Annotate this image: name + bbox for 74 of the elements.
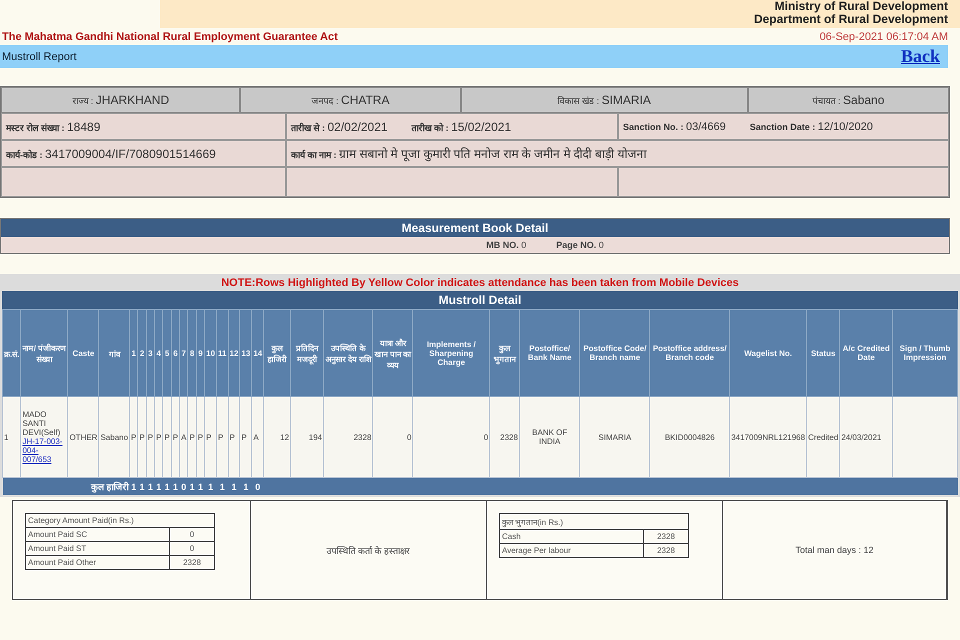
location-cell: पंचायत : Sabano [748,87,949,113]
total-value: 1 [171,478,180,495]
column-header: 12 [228,310,240,396]
column-header: यात्रा और खान पान का व्यय [372,310,413,396]
column-header: Sign / Thumb Impression [892,310,958,396]
table-cell: 194 [290,396,324,478]
table-cell: 0 [412,396,490,478]
measurement-row-text: MB NO. 0 Page NO. 0 [485,239,605,252]
table-cell: 2328 [324,396,373,478]
column-header: नाम/ पंजीकरण संख्या [20,310,68,396]
table-cell: 3417009NRL121968 [730,396,807,478]
act-title: The Mahatma Gandhi National Rural Employment Guarantee Act [2,31,338,43]
attendance-cell: A [252,396,264,478]
total-value: 1 [228,478,240,495]
table-cell: SIMARIA [580,396,650,478]
section-title: Mustroll Detail [2,291,958,309]
attendance-cell: P [204,396,217,478]
back-link[interactable]: Back [900,46,940,67]
table-cell: Credited [806,396,840,478]
column-header: Caste [68,310,99,396]
department-title: Department of Rural Development [752,13,948,26]
column-header: 13 [240,310,252,396]
location-cell: राज्य : JHARKHAND [1,87,240,113]
column-header: क्र.सं. [2,310,21,396]
attendance-cell: P [228,396,240,478]
column-header: Postoffice/ Bank Name [519,310,580,396]
column-header: Status [806,310,840,396]
registration-link[interactable]: JH-17-003-004-007/653 [22,437,66,464]
table-cell: Sabano [98,396,130,478]
sanction-number: Sanction No. : 03/4669 [623,120,726,132]
work-name: कार्य का नाम : ग्राम सबानो मे पूजा कुमारी पति मनोज राम के जमीन मे दीदी बाड़ी योजना [291,146,646,162]
signature-label: उपस्थिति कर्ता के हस्ताक्षर [326,544,410,556]
table-cell: 24/03/2021 [840,396,893,478]
column-header: प्रतिदिन मजदूरी [290,310,324,396]
report-title: Mustroll Report [2,50,77,62]
table-cell: BKID0004826 [650,396,730,478]
table-cell: 2328 [490,396,520,478]
location-cell: जनपद : CHATRA [240,87,461,113]
total-label: कुल हाजिरी [20,478,130,495]
column-header: कुल हाजिरी [264,310,291,396]
column-header: 11 [216,310,228,396]
column-header: 14 [252,310,264,396]
table-cell: 1 [2,396,21,478]
sanction-date: Sanction Date : 12/10/2020 [750,120,873,132]
column-header: Postoffice address/ Branch code [650,310,730,396]
column-header: 10 [204,310,217,396]
column-header: A/c Credited Date [840,310,893,396]
attendance-cell: P [216,396,228,478]
column-header: Implements / Sharpening Charge [412,310,490,396]
work-code: कार्य-कोड : 3417009004/IF/7080901514669 [6,146,216,160]
muster-roll-number: मस्टर रोल संख्या : 18489 [6,120,100,134]
table-cell: BANK OF INDIA [519,396,580,478]
attendance-cell: P [240,396,252,478]
total-value: 1 [146,478,155,495]
table-cell: 12 [264,396,291,478]
total-value: 1 [196,478,205,495]
worker-name: MADO SANTI DEVI(Self) [22,410,62,437]
column-header: गांव [98,310,130,396]
payment-table: कुल भुगतान(in Rs.) Cash 2328 Average Per labour 2328 [499,513,689,558]
column-header: कुल भुगतान [490,310,520,396]
total-man-days: Total man days : 12 [795,545,874,555]
timestamp: 06-Sep-2021 06:17:04 AM [820,31,948,43]
date-to: तारीख को : 15/02/2021 [412,120,512,134]
section-title: Measurement Book Detail [1,219,949,237]
category-amount-table: Category Amount Paid(in Rs.) Amount Paid SC 0 Amount Paid ST 0 Amount Paid Other 2328 [25,513,215,570]
column-header: उपस्थिति के अनुसार देय राशि [324,310,373,396]
table-cell: OTHER [68,396,99,478]
table-cell: 0 [372,396,413,478]
ministry-title: Ministry of Rural Development [774,0,948,13]
date-from: तारीख से : 02/02/2021 [291,120,388,134]
location-cell: विकास खंड : SIMARIA [460,87,748,113]
column-header: Postoffice Code/ Branch name [580,310,650,396]
note-text: NOTE:Rows Highlighted By Yellow Color indicates attendance has been taken from Mobile Devices [220,276,740,291]
column-header: Wagelist No. [730,310,807,396]
